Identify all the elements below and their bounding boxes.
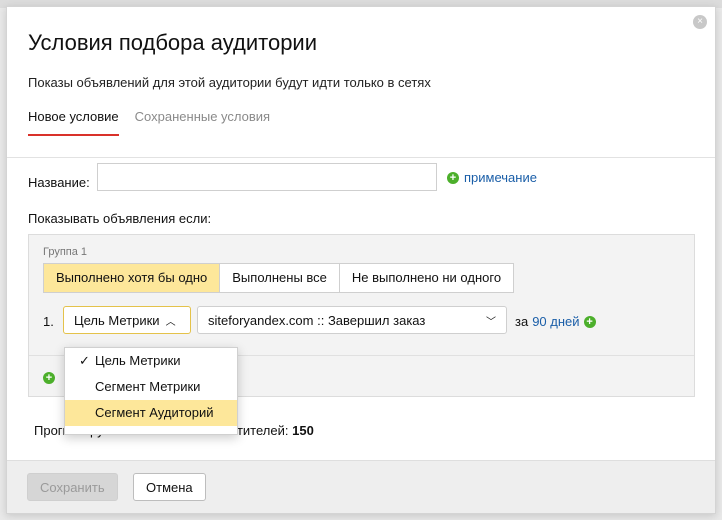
tab-saved-conditions[interactable]: Сохраненные условия [135, 109, 270, 136]
audience-count-value: 150 [292, 423, 314, 438]
condition-type-select[interactable]: Цель Метрики ︿ [63, 306, 191, 334]
condition-number: 1. [43, 314, 54, 329]
period-prefix: за [515, 314, 529, 329]
tab-bar: Новое условие Сохраненные условия [28, 109, 270, 136]
plus-icon: + [447, 171, 459, 184]
close-icon[interactable]: × [693, 15, 707, 29]
name-input[interactable] [97, 163, 437, 191]
cancel-button[interactable]: Отмена [133, 473, 206, 501]
dropdown-option-metrika-segment[interactable]: Сегмент Метрики [65, 374, 237, 400]
mode-all-button[interactable]: Выполнены все [220, 264, 340, 292]
group-title: Группа 1 [43, 246, 88, 258]
tabs-divider [7, 157, 715, 158]
dialog-title: Условия подбора аудитории [28, 30, 318, 55]
goal-value: siteforyandex.com :: Завершил заказ [208, 312, 426, 328]
tab-new-condition[interactable]: Новое условие [28, 109, 119, 136]
save-button[interactable]: Сохранить [27, 473, 118, 501]
audience-conditions-dialog: × Условия подбора аудитории Показы объяв… [6, 6, 716, 514]
add-group-icon[interactable]: + [43, 372, 55, 384]
chevron-up-icon: ︿ [165, 316, 176, 328]
dialog-subtitle: Показы объявлений для этой аудитории буд… [28, 75, 431, 90]
dropdown-option-metrika-goal[interactable]: Цель Метрики [65, 348, 237, 374]
chevron-down-icon: ﹀ [486, 316, 496, 328]
group-mode-switch: Выполнено хотя бы одно Выполнены все Не … [43, 263, 515, 293]
dialog-footer: Сохранить Отмена [7, 460, 715, 513]
period: за 90 дней + [515, 314, 596, 329]
note-link-label: примечание [464, 170, 537, 185]
add-note-link[interactable]: + примечание [447, 170, 537, 185]
condition-type-value: Цель Метрики [74, 312, 160, 328]
mode-none-button[interactable]: Не выполнено ни одного [340, 264, 513, 292]
mode-any-button[interactable]: Выполнено хотя бы одно [44, 264, 221, 292]
dropdown-option-audience-segment[interactable]: Сегмент Аудиторий [65, 400, 237, 426]
period-link[interactable]: 90 дней [532, 314, 579, 329]
show-condition-label: Показывать объявления если: [28, 211, 212, 226]
add-condition-icon[interactable]: + [583, 315, 596, 328]
name-label: Название: [28, 175, 90, 190]
condition-type-dropdown: Цель Метрики Сегмент Метрики Сегмент Ауд… [64, 347, 238, 435]
goal-select[interactable]: siteforyandex.com :: Завершил заказ ﹀ [197, 306, 507, 334]
